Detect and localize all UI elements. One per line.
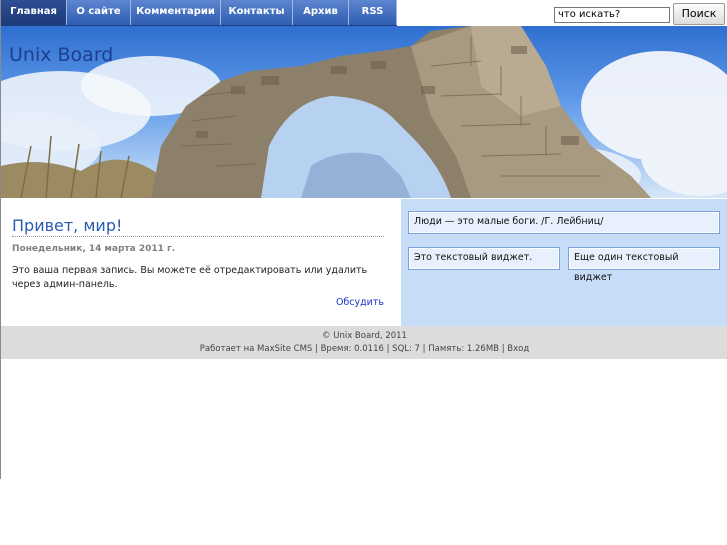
menu-item-rss[interactable]: RSS	[349, 0, 397, 25]
header-banner: Unix Board	[1, 26, 727, 198]
footer-sql: SQL: 7	[392, 344, 420, 354]
sidebar: Люди — это малые боги. /Г. Лейбниц/ Это …	[401, 199, 727, 326]
text-widget-2: Еще один текстовый виджет	[568, 247, 720, 283]
main-menu: Главная О сайте Комментарии Контакты Арх…	[1, 0, 397, 26]
menu-item-contacts[interactable]: Контакты	[221, 0, 293, 25]
post-title[interactable]: Привет, мир!	[12, 216, 122, 235]
top-navigation-bar: Главная О сайте Комментарии Контакты Арх…	[1, 0, 727, 26]
footer-copyright: © Unix Board, 2011	[322, 331, 407, 341]
post-date: Понедельник, 14 марта 2011 г.	[12, 244, 176, 254]
menu-item-home[interactable]: Главная	[1, 0, 67, 25]
menu-item-archive[interactable]: Архив	[293, 0, 349, 25]
footer-time: Время: 0.0116	[320, 344, 384, 354]
title-divider	[12, 236, 384, 237]
footer-memory: Память: 1.26MB	[428, 344, 499, 354]
footer-login-link[interactable]: Вход	[507, 344, 529, 354]
comment-link[interactable]: Обсудить	[336, 297, 384, 308]
quote-widget: Люди — это малые боги. /Г. Лейбниц/	[408, 211, 720, 234]
quote-widget-text: Люди — это малые боги. /Г. Лейбниц/	[414, 216, 604, 227]
footer-meta: Работает на MaxSite CMS | Время: 0.0116 …	[199, 344, 530, 354]
menu-item-about[interactable]: О сайте	[67, 0, 131, 25]
text-widget-1: Это текстовый виджет.	[408, 247, 560, 270]
search-button[interactable]: Поиск	[673, 3, 725, 25]
footer-powered-label: Работает на	[199, 344, 255, 354]
post-body: Это ваша первая запись. Вы можете её отр…	[12, 265, 368, 290]
main-content: Привет, мир! Понедельник, 14 марта 2011 …	[1, 199, 400, 326]
menu-item-comments[interactable]: Комментарии	[131, 0, 221, 25]
search-input[interactable]: что искать?	[554, 7, 670, 23]
page: Главная О сайте Комментарии Контакты Арх…	[0, 0, 727, 479]
footer: © Unix Board, 2011 Работает на MaxSite C…	[1, 326, 727, 359]
footer-cms-link[interactable]: MaxSite CMS	[257, 344, 312, 354]
text-widget-1-text: Это текстовый виджет.	[414, 252, 533, 263]
text-widget-2-text: Еще один текстовый виджет	[574, 252, 679, 283]
site-title[interactable]: Unix Board	[9, 44, 113, 66]
